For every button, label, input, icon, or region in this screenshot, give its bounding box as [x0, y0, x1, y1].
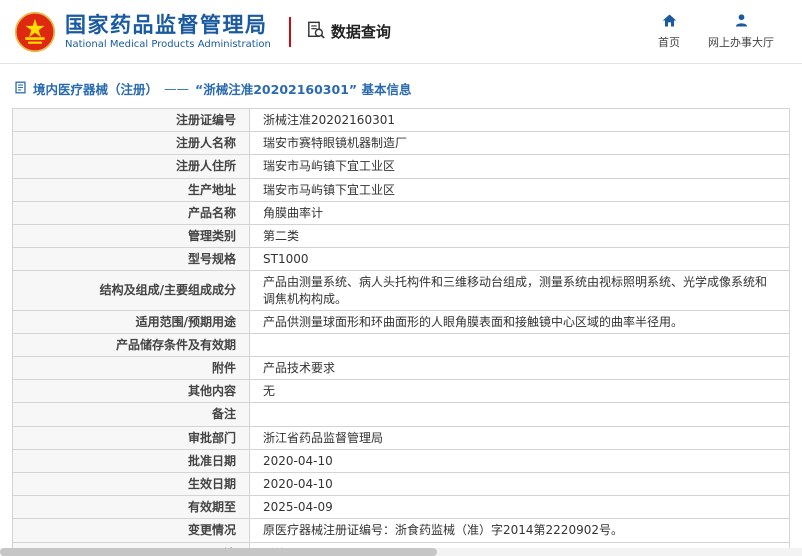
nav-home-label: 首页 [658, 36, 680, 49]
table-row: 型号规格 ST1000 [12, 247, 790, 272]
field-value: 产品技术要求 [249, 356, 790, 381]
table-row: 备注 [12, 402, 790, 427]
breadcrumb: 境内医疗器械（注册） —— “浙械注准20202160301” 基本信息 [0, 64, 802, 108]
field-label: 有效期至 [12, 495, 250, 520]
home-icon [662, 13, 677, 31]
field-value: 浙械注准20202160301 [249, 107, 790, 133]
field-label: 管理类别 [12, 223, 250, 249]
table-row: 有效期至 2025-04-09 [12, 495, 790, 520]
field-label: 注册人住所 [12, 154, 250, 179]
field-label: 适用范围/预期用途 [12, 309, 250, 334]
scrollbar-thumb[interactable] [0, 548, 437, 556]
table-row: 注册人住所 瑞安市马屿镇下宜工业区 [12, 154, 790, 179]
field-value: 2020-04-10 [249, 471, 790, 497]
field-label: 审批部门 [12, 425, 250, 450]
document-icon [14, 81, 27, 97]
breadcrumb-section[interactable]: 境内医疗器械（注册） [33, 79, 158, 98]
field-label: 结构及组成/主要组成成分 [12, 270, 250, 311]
table-row: 管理类别 第二类 [12, 223, 790, 249]
nav-home[interactable]: 首页 [658, 13, 680, 50]
table-row: 其他内容无 [12, 379, 790, 404]
field-label: 批准日期 [12, 448, 250, 474]
data-query-icon [307, 21, 325, 43]
field-value: 瑞安市马屿镇下宜工业区 [249, 177, 790, 202]
field-value: 产品由测量系统、病人头托构件和三维移动台组成，测量系统由视标照明系统、光学成像系… [249, 270, 790, 311]
field-label: 附件 [12, 356, 250, 381]
horizontal-scrollbar [0, 548, 802, 556]
nav-online-hall-label: 网上办事大厅 [708, 36, 774, 49]
field-label: 其他内容 [12, 379, 250, 404]
table-row: 产品储存条件及有效期 [12, 332, 790, 358]
field-value: 原医疗器械注册证编号：浙食药监械（准）字2014第2220902号。 [249, 518, 790, 543]
table-row: 变更情况 原医疗器械注册证编号：浙食药监械（准）字2014第2220902号。 [12, 518, 790, 543]
field-value [249, 332, 790, 358]
table-row: 生效日期 2020-04-10 [12, 471, 790, 497]
field-value: 2025-04-09 [249, 495, 790, 520]
table-row: 审批部门 浙江省药品监督管理局 [12, 425, 790, 450]
nav-data-query[interactable]: 数据查询 [307, 21, 391, 43]
table-row: 生产地址 瑞安市马屿镇下宜工业区 [12, 177, 790, 202]
org-name-cn: 国家药品监督管理局 [65, 12, 268, 37]
breadcrumb-separator: —— [164, 81, 190, 96]
brand-text: 国家药品监督管理局 National Medical Products Admi… [65, 13, 271, 50]
table-row: 结构及组成/主要组成成分 产品由测量系统、病人头托构件和三维移动台组成，测量系统由… [12, 270, 790, 311]
table-row: 适用范围/预期用途 产品供测量球面形和环曲面形的人眼角膜表面和接触镜中心区域的曲率… [12, 309, 790, 334]
page-title: “浙械注准20202160301” 基本信息 [195, 82, 412, 97]
field-value: 产品供测量球面形和环曲面形的人眼角膜表面和接触镜中心区域的曲率半径用。 [249, 309, 790, 334]
field-value: 第二类 [249, 223, 790, 249]
registration-info-table: 注册证编号 浙械注准20202160301 注册人名称 瑞安市赛特眼镜机器制造厂 注册人… [12, 107, 790, 556]
field-label: 产品储存条件及有效期 [12, 332, 250, 358]
table-row: 注册人名称 瑞安市赛特眼镜机器制造厂 [12, 131, 790, 156]
field-label: 型号规格 [12, 247, 250, 272]
field-label: 变更情况 [12, 518, 250, 543]
field-label: 产品名称 [12, 200, 250, 225]
field-value: 无 [249, 379, 790, 404]
table-row: 产品名称 角膜曲率计 [12, 200, 790, 225]
field-label: 注册证编号 [12, 107, 250, 133]
nav-online-hall[interactable]: 网上办事大厅 [708, 13, 774, 50]
red-divider [288, 16, 291, 47]
field-label: 生效日期 [12, 471, 250, 497]
national-emblem-logo [14, 11, 56, 53]
person-icon [734, 13, 749, 31]
field-value: 瑞安市马屿镇下宜工业区 [249, 154, 790, 179]
field-value: 角膜曲率计 [249, 200, 790, 225]
top-nav: 首页 网上办事大厅 [658, 13, 774, 50]
field-value [249, 402, 790, 427]
field-value: 瑞安市赛特眼镜机器制造厂 [249, 131, 790, 156]
table-row: 附件 产品技术要求 [12, 356, 790, 381]
field-value: ST1000 [249, 247, 790, 272]
site-header: 国家药品监督管理局 National Medical Products Admi… [0, 0, 802, 63]
field-label: 生产地址 [12, 177, 250, 202]
field-value: 浙江省药品监督管理局 [249, 425, 790, 450]
field-label: 注册人名称 [12, 131, 250, 156]
data-query-label: 数据查询 [330, 23, 391, 41]
table-row: 批准日期 2020-04-10 [12, 448, 790, 474]
field-label: 备注 [12, 402, 250, 427]
table-row: 注册证编号 浙械注准20202160301 [12, 107, 790, 133]
org-name-en: National Medical Products Administration [65, 39, 271, 51]
field-value: 2020-04-10 [249, 448, 790, 474]
